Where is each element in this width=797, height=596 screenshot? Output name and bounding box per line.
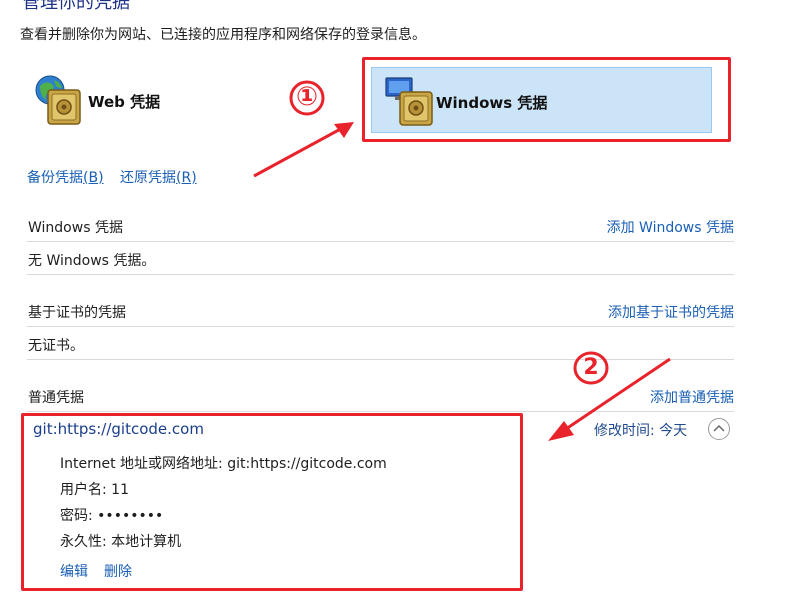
add-windows-credential-link[interactable]: 添加 Windows 凭据 bbox=[607, 217, 734, 237]
windows-credentials-empty-text: 无 Windows 凭据。 bbox=[28, 253, 156, 269]
windows-credentials-heading: Windows 凭据 bbox=[28, 220, 123, 236]
certificate-credentials-heading: 基于证书的凭据 bbox=[28, 305, 126, 321]
restore-credentials-link[interactable]: 还原凭据(R) bbox=[120, 167, 197, 187]
page-title: 管理你的凭据 bbox=[22, 0, 130, 13]
divider bbox=[27, 326, 734, 327]
page-subtitle: 查看并删除你为网站、已连接的应用程序和网络保存的登录信息。 bbox=[20, 27, 426, 43]
backup-credentials-link[interactable]: 备份凭据(B) bbox=[27, 167, 104, 187]
annotation-marker-1-text: ① bbox=[295, 82, 318, 112]
web-credentials-label: Web 凭据 bbox=[88, 93, 161, 111]
add-certificate-credential-link[interactable]: 添加基于证书的凭据 bbox=[608, 302, 734, 322]
divider bbox=[27, 274, 734, 275]
annotation-box-credential bbox=[21, 413, 523, 591]
divider bbox=[27, 241, 734, 242]
generic-credentials-heading: 普通凭据 bbox=[28, 390, 84, 406]
annotation-marker-1: ① bbox=[288, 79, 326, 117]
certificate-empty-text: 无证书。 bbox=[28, 338, 84, 354]
globe-vault-icon bbox=[35, 75, 81, 125]
web-credentials-tile[interactable]: Web 凭据 bbox=[34, 74, 234, 130]
annotation-box-windows-tile bbox=[362, 57, 731, 142]
annotation-arrow-1 bbox=[253, 122, 354, 178]
chevron-up-icon bbox=[713, 424, 725, 432]
collapse-credential-button[interactable] bbox=[708, 418, 730, 440]
credential-modified-text: 修改时间: 今天 bbox=[594, 423, 688, 439]
